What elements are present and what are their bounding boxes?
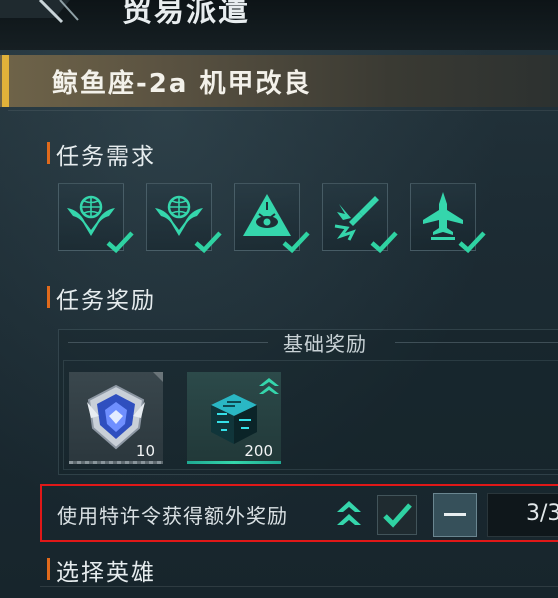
- back-arrow-icon[interactable]: [0, 0, 90, 24]
- reward-count: 200: [244, 442, 273, 460]
- check-icon: [105, 230, 135, 254]
- check-icon: [369, 230, 399, 254]
- mission-banner: 鲸鱼座-2a 机甲改良: [0, 55, 558, 107]
- token-count-field: 3/3: [487, 493, 558, 537]
- divider: [395, 342, 558, 343]
- check-icon: [457, 230, 487, 254]
- check-icon: [193, 230, 223, 254]
- rarity-stripe: [69, 461, 163, 464]
- requirement-slot[interactable]: [410, 183, 486, 254]
- section-heroes: 选择英雄: [47, 553, 156, 587]
- divider: [40, 586, 558, 587]
- requirement-slot[interactable]: [58, 183, 134, 254]
- decrease-button[interactable]: [433, 493, 477, 537]
- extra-reward-label: 使用特许令获得额外奖励: [57, 504, 288, 528]
- header-bar: 贸易派遣: [0, 0, 558, 50]
- base-rewards-label: 基础奖励: [283, 332, 367, 356]
- rarity-stripe: [187, 461, 281, 464]
- rarity-up-icon: [337, 501, 361, 525]
- check-icon: [383, 503, 412, 528]
- divider: [8, 110, 558, 111]
- requirement-slot[interactable]: [146, 183, 222, 254]
- divider: [68, 342, 268, 343]
- reward-count: 10: [135, 442, 155, 460]
- extra-reward-row: 使用特许令获得额外奖励 3/3: [40, 484, 558, 542]
- section-heroes-label: 选择英雄: [56, 560, 156, 586]
- section-rewards-label: 任务奖励: [56, 288, 156, 314]
- requirement-slot[interactable]: [322, 183, 398, 254]
- section-requirements: 任务需求: [47, 137, 156, 171]
- page-title: 贸易派遣: [122, 0, 250, 29]
- reward-item[interactable]: 200: [187, 372, 281, 464]
- requirement-slot[interactable]: [234, 183, 310, 254]
- token-count: 3/3: [526, 501, 558, 526]
- extra-reward-checkbox[interactable]: [377, 495, 417, 535]
- mission-name: 鲸鱼座-2a 机甲改良: [52, 69, 312, 99]
- reward-item[interactable]: 10: [69, 372, 163, 464]
- banner-accent-bar: [2, 55, 9, 107]
- check-icon: [281, 230, 311, 254]
- section-rewards: 任务奖励: [47, 281, 156, 315]
- section-requirements-label: 任务需求: [56, 144, 156, 170]
